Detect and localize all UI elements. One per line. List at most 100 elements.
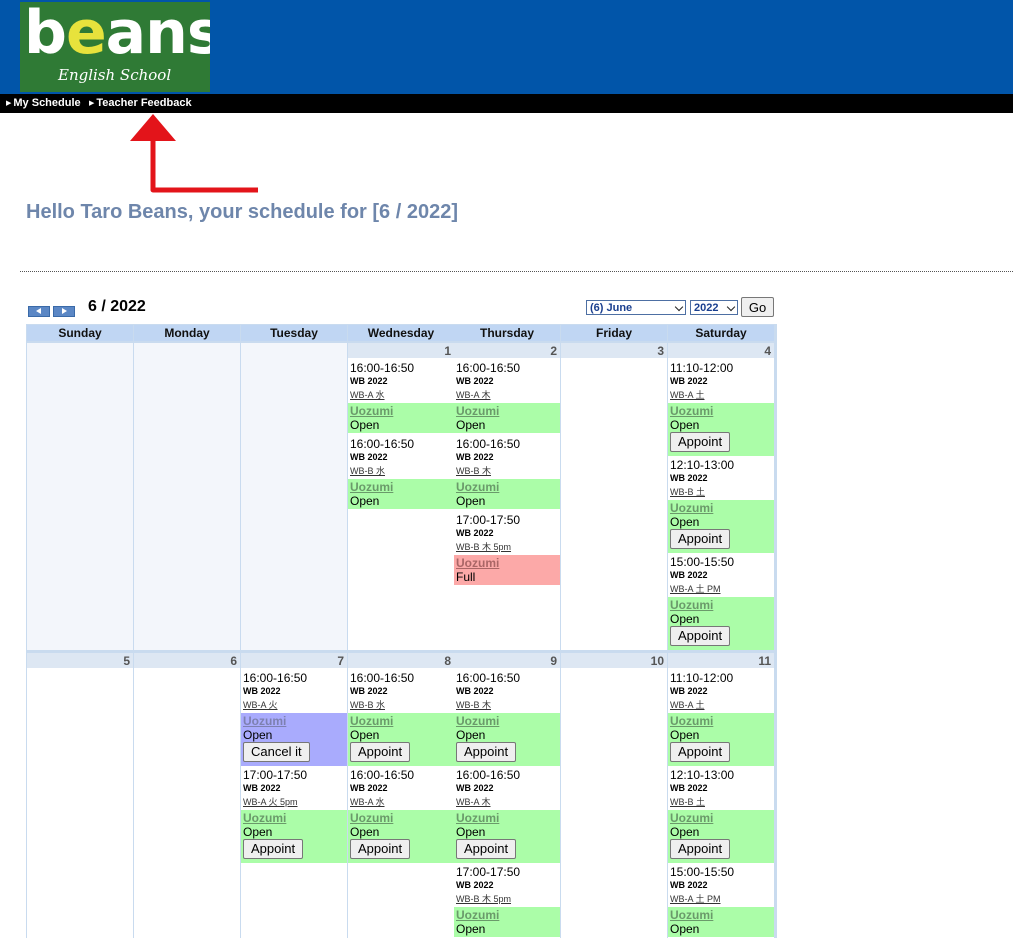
teacher-link[interactable]: Uozumi <box>456 556 499 570</box>
teacher-link[interactable]: Uozumi <box>350 404 393 418</box>
teacher-link[interactable]: Uozumi <box>456 714 499 728</box>
date-bar: 11 <box>668 653 774 668</box>
slot-state: Open <box>243 825 273 839</box>
slot-state: Open <box>670 612 700 626</box>
slot-class-link[interactable]: WB-B 木 <box>456 464 491 477</box>
lesson-slot: 15:00-15:50 WB 2022 WB-A 土 PM Uozumi Open <box>668 864 774 938</box>
go-button[interactable]: Go <box>741 297 774 317</box>
slot-course: WB 2022 <box>456 686 494 696</box>
day-header: Thursday <box>454 325 560 341</box>
slot-class-link[interactable]: WB-B 木 <box>456 698 491 711</box>
slot-status-box: Uozumi Open Appoint <box>668 713 774 766</box>
teacher-link[interactable]: Uozumi <box>350 811 393 825</box>
slot-class-link[interactable]: WB-A 火 <box>243 698 278 711</box>
slot-course: WB 2022 <box>670 686 708 696</box>
slot-time: 16:00-16:50 <box>350 361 415 375</box>
slot-status-box: Uozumi Open Appoint <box>348 713 454 766</box>
appoint-button[interactable]: Appoint <box>456 742 517 762</box>
slot-course: WB 2022 <box>456 528 494 538</box>
calendar-day-cell: 1 16:00-16:50 WB 2022 WB-A 水 Uozumi Open 16:00… <box>348 343 454 650</box>
teacher-link[interactable]: Uozumi <box>456 404 499 418</box>
slot-class-link[interactable]: WB-A 土 <box>670 698 705 711</box>
cancel-button[interactable]: Cancel it <box>243 742 310 762</box>
slot-class-link[interactable]: WB-B 水 <box>350 464 385 477</box>
slot-state: Open <box>670 515 700 529</box>
slot-time: 15:00-15:50 <box>670 865 735 879</box>
slot-course: WB 2022 <box>456 376 494 386</box>
slot-time: 17:00-17:50 <box>456 865 521 879</box>
month-select[interactable]: (6) June <box>586 300 686 315</box>
slot-course: WB 2022 <box>243 686 281 696</box>
lesson-slot: 16:00-16:50 WB 2022 WB-A 木 Uozumi Open Appoin… <box>454 767 560 864</box>
slot-status-box: Uozumi Open <box>454 907 560 937</box>
slot-course: WB 2022 <box>456 452 494 462</box>
slot-state: Open <box>456 825 486 839</box>
teacher-link[interactable]: Uozumi <box>456 908 499 922</box>
teacher-link[interactable]: Uozumi <box>670 908 713 922</box>
appoint-button[interactable]: Appoint <box>243 839 304 859</box>
teacher-link[interactable]: Uozumi <box>243 714 286 728</box>
next-month-button[interactable] <box>53 306 75 317</box>
slot-time: 16:00-16:50 <box>350 437 415 451</box>
slot-class-link[interactable]: WB-A 土 PM <box>670 892 721 905</box>
slot-course: WB 2022 <box>350 783 388 793</box>
slot-class-link[interactable]: WB-A 水 <box>350 388 385 401</box>
appoint-button[interactable]: Appoint <box>670 742 731 762</box>
day-header: Sunday <box>27 325 133 341</box>
teacher-link[interactable]: Uozumi <box>670 598 713 612</box>
slot-course: WB 2022 <box>670 570 708 580</box>
appoint-button[interactable]: Appoint <box>670 839 731 859</box>
date-bar: 8 <box>348 653 454 668</box>
appoint-button[interactable]: Appoint <box>350 839 411 859</box>
slot-class-link[interactable]: WB-B 土 <box>670 485 705 498</box>
page-title: Hello Taro Beans, your schedule for [6 /… <box>26 201 458 223</box>
year-select[interactable]: 2022 <box>690 300 738 315</box>
slot-class-link[interactable]: WB-A 土 <box>670 388 705 401</box>
lesson-slot: 17:00-17:50 WB 2022 WB-B 木 5pm Uozumi Open <box>454 864 560 938</box>
date-bar: 4 <box>668 343 774 358</box>
slot-status-box: Uozumi Open <box>348 403 454 433</box>
teacher-link[interactable]: Uozumi <box>670 501 713 515</box>
teacher-link[interactable]: Uozumi <box>456 811 499 825</box>
prev-month-button[interactable] <box>28 306 50 317</box>
slot-course: WB 2022 <box>670 473 708 483</box>
teacher-link[interactable]: Uozumi <box>670 811 713 825</box>
teacher-link[interactable]: Uozumi <box>243 811 286 825</box>
calendar-day-cell: 4 11:10-12:00 WB 2022 WB-A 土 Uozumi Open Appoi… <box>668 343 774 650</box>
appoint-button[interactable]: Appoint <box>456 839 517 859</box>
red-annotation-arrow-icon <box>130 114 258 193</box>
calendar-day-cell: 8 16:00-16:50 WB 2022 WB-B 水 Uozumi Open Appoi… <box>348 653 454 938</box>
date-number: 1 <box>444 344 451 358</box>
teacher-link[interactable]: Uozumi <box>456 480 499 494</box>
slot-class-link[interactable]: WB-B 土 <box>670 795 705 808</box>
teacher-link[interactable]: Uozumi <box>670 714 713 728</box>
calendar-toolbar: 6 / 2022 (6) June 2022 Go <box>28 296 776 320</box>
appoint-button[interactable]: Appoint <box>670 626 731 646</box>
appoint-button[interactable]: Appoint <box>670 529 731 549</box>
day-header: Tuesday <box>241 325 347 341</box>
calendar-grid: Sunday Monday Tuesday Wednesday Thursday Frid… <box>26 324 777 938</box>
slot-class-link[interactable]: WB-A 火 5pm <box>243 795 298 808</box>
lesson-slot: 16:00-16:50 WB 2022 WB-A 火 Uozumi Open Cancel… <box>241 670 347 767</box>
slot-class-link[interactable]: WB-A 木 <box>456 388 491 401</box>
slot-class-link[interactable]: WB-B 木 5pm <box>456 540 511 553</box>
slot-class-link[interactable]: WB-A 水 <box>350 795 385 808</box>
teacher-link[interactable]: Uozumi <box>350 480 393 494</box>
slot-status-box: Uozumi Open Appoint <box>668 500 774 553</box>
slot-time: 12:10-13:00 <box>670 458 735 472</box>
teacher-link[interactable]: Uozumi <box>350 714 393 728</box>
slot-class-link[interactable]: WB-A 木 <box>456 795 491 808</box>
slot-class-link[interactable]: WB-B 木 5pm <box>456 892 511 905</box>
slot-status-box: Uozumi Open <box>348 479 454 509</box>
calendar-day-cell: 6 <box>134 653 240 938</box>
slot-status-box: Uozumi Open Appoint <box>668 597 774 650</box>
slot-class-link[interactable]: WB-A 土 PM <box>670 582 721 595</box>
slot-course: WB 2022 <box>350 452 388 462</box>
slot-status-box: Uozumi Open Appoint <box>668 810 774 863</box>
slot-class-link[interactable]: WB-B 水 <box>350 698 385 711</box>
slot-state: Open <box>670 418 700 432</box>
appoint-button[interactable]: Appoint <box>350 742 411 762</box>
appoint-button[interactable]: Appoint <box>670 432 731 452</box>
slot-state: Open <box>456 494 486 508</box>
teacher-link[interactable]: Uozumi <box>670 404 713 418</box>
